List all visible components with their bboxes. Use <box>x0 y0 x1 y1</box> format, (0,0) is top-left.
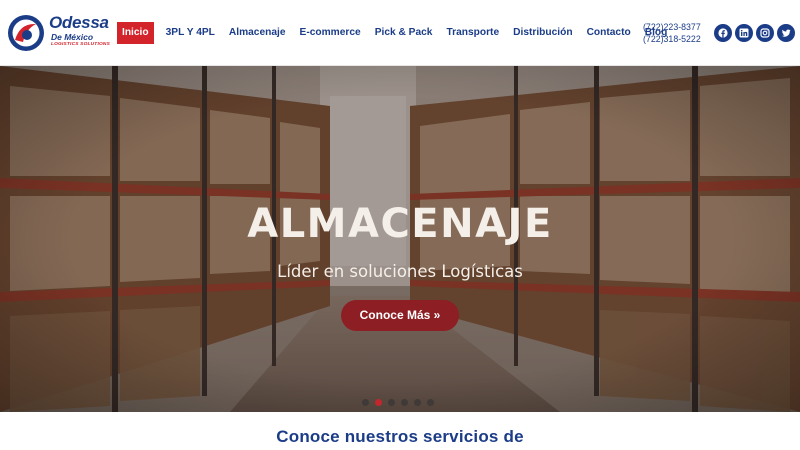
hero-subtitle: Líder en soluciones Logísticas <box>277 262 523 281</box>
logo-name: Odessa <box>49 13 109 32</box>
site-header: Odessa De México LOGISTICS SOLUTIONS Ini… <box>0 0 800 66</box>
instagram-icon[interactable] <box>756 24 774 42</box>
twitter-icon[interactable] <box>777 24 795 42</box>
nav-item-3pl-4pl[interactable]: 3PL Y 4PL <box>162 22 219 44</box>
main-nav: Inicio 3PL Y 4PL Almacenaje E-commerce P… <box>117 22 677 44</box>
nav-item-almacenaje[interactable]: Almacenaje <box>225 22 290 44</box>
nav-item-contacto[interactable]: Contacto <box>583 22 635 44</box>
facebook-icon[interactable] <box>714 24 732 42</box>
services-heading: Conoce nuestros servicios de <box>276 427 524 446</box>
slider-dots <box>362 399 440 406</box>
slider-dot-4[interactable] <box>401 399 408 406</box>
logo-tagline: LOGISTICS SOLUTIONS <box>51 42 110 47</box>
social-links <box>714 24 798 42</box>
nav-item-distribucion[interactable]: Distribución <box>509 22 576 44</box>
odessa-logo[interactable]: Odessa De México LOGISTICS SOLUTIONS <box>6 13 116 55</box>
phone-1[interactable]: (722)223-8377 <box>643 21 701 33</box>
nav-item-transporte[interactable]: Transporte <box>442 22 503 44</box>
nav-item-inicio[interactable]: Inicio <box>117 22 154 44</box>
nav-item-ecommerce[interactable]: E-commerce <box>296 22 365 44</box>
slider-dot-6[interactable] <box>427 399 434 406</box>
conoce-mas-button[interactable]: Conoce Más » <box>341 300 459 331</box>
phone-2[interactable]: (722)318-5222 <box>643 33 701 45</box>
logo-mark-icon <box>8 15 44 51</box>
hero-title: ALMACENAJE <box>247 201 553 247</box>
slider-dot-3[interactable] <box>388 399 395 406</box>
hero-slider[interactable]: ALMACENAJE Líder en soluciones Logística… <box>0 66 800 412</box>
phone-numbers: (722)223-8377 (722)318-5222 <box>643 21 701 45</box>
nav-item-pick-pack[interactable]: Pick & Pack <box>371 22 437 44</box>
slider-dot-1[interactable] <box>362 399 369 406</box>
slider-dot-2[interactable] <box>375 399 382 406</box>
logo-subtitle: De México <box>51 32 94 42</box>
linkedin-icon[interactable] <box>735 24 753 42</box>
slider-dot-5[interactable] <box>414 399 421 406</box>
